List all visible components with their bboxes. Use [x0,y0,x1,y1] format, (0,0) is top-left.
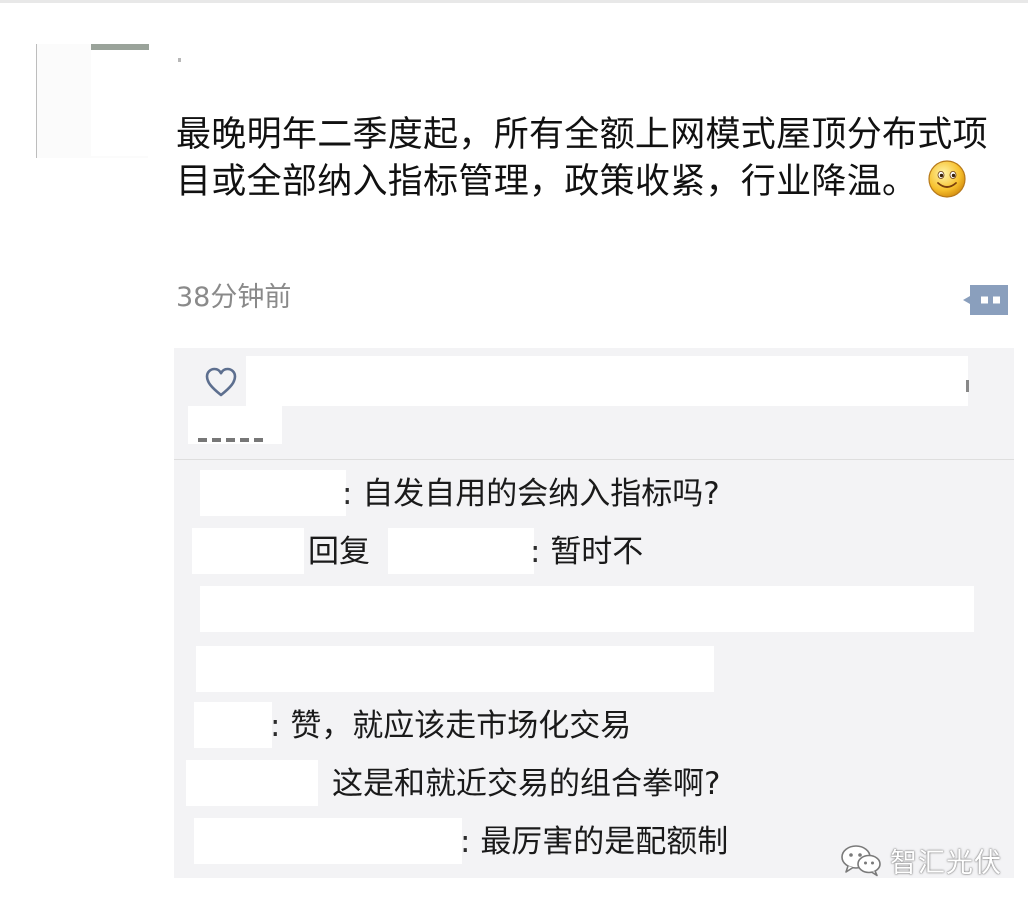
comment-body: 最厉害的是配额制 [480,824,729,860]
commenter-redacted[interactable] [194,702,272,748]
likers-redacted[interactable] [246,356,968,406]
comment-item[interactable]: 回复 : 暂时不 [174,528,1014,584]
comment-body: 这是和就近交易的组合拳啊? [332,766,721,802]
comment-more-button[interactable] [962,283,1010,317]
comment-redacted [200,586,974,632]
comment-item-redacted[interactable] [174,646,1014,702]
comment-redacted [196,646,714,692]
avatar[interactable] [36,44,149,158]
comment-item-redacted[interactable] [174,586,1014,642]
comment-text: : 赞，就应该走市场化交易 [270,706,631,746]
comment-item[interactable]: 这是和就近交易的组合拳啊? [174,760,1014,816]
reply-target-redacted[interactable] [388,528,534,574]
comment-separator: : [270,708,291,744]
watermark-text: 智汇光伏 [890,847,1002,879]
comment-text: : 暂时不 [530,532,643,572]
comment-separator: : [342,476,363,512]
comment-separator: : [460,824,481,860]
wechat-icon [841,845,881,877]
comment-reply-word: 回复 [308,534,370,570]
commenter-redacted[interactable] [186,760,318,806]
comment-item[interactable]: : 自发自用的会纳入指标吗? [174,470,1014,526]
comment-item[interactable]: : 赞，就应该走市场化交易 [174,702,1014,758]
comment-text: 这是和就近交易的组合拳啊? [332,764,720,804]
likes-row [174,348,1014,460]
comment-text: : 自发自用的会纳入指标吗? [342,474,720,514]
comment-text: : 最厉害的是配额制 [460,822,728,862]
comment-panel: : 自发自用的会纳入指标吗? 回复 : 暂时不 : 赞，就应该走市场化交易 这是… [174,348,1014,878]
commenter-redacted[interactable] [192,528,304,574]
commenter-redacted[interactable] [194,818,462,864]
comment-body: 赞，就应该走市场化交易 [290,708,632,744]
watermark: 智汇光伏 [840,840,1002,880]
comment-separator: : [530,534,551,570]
post-text: 最晚明年二季度起，所有全额上网模式屋顶分布式项目或全部纳入指标管理，政策收紧，行… [176,115,988,202]
author-name-redacted[interactable] [178,50,296,74]
commenter-redacted[interactable] [200,470,346,516]
comment-body: 暂时不 [550,534,644,570]
likers-overflow-mark [966,380,969,392]
heart-icon [205,367,237,397]
post-timestamp: 38分钟前 [176,282,292,313]
post-body: 最晚明年二季度起，所有全额上网模式屋顶分布式项目或全部纳入指标管理，政策收紧，行… [176,112,1010,205]
comment-body: 自发自用的会纳入指标吗? [362,476,720,512]
avatar-redaction [91,50,149,156]
smiley-emoji [928,159,966,198]
likers-redacted-line2[interactable] [188,406,282,444]
top-divider [0,0,1028,3]
